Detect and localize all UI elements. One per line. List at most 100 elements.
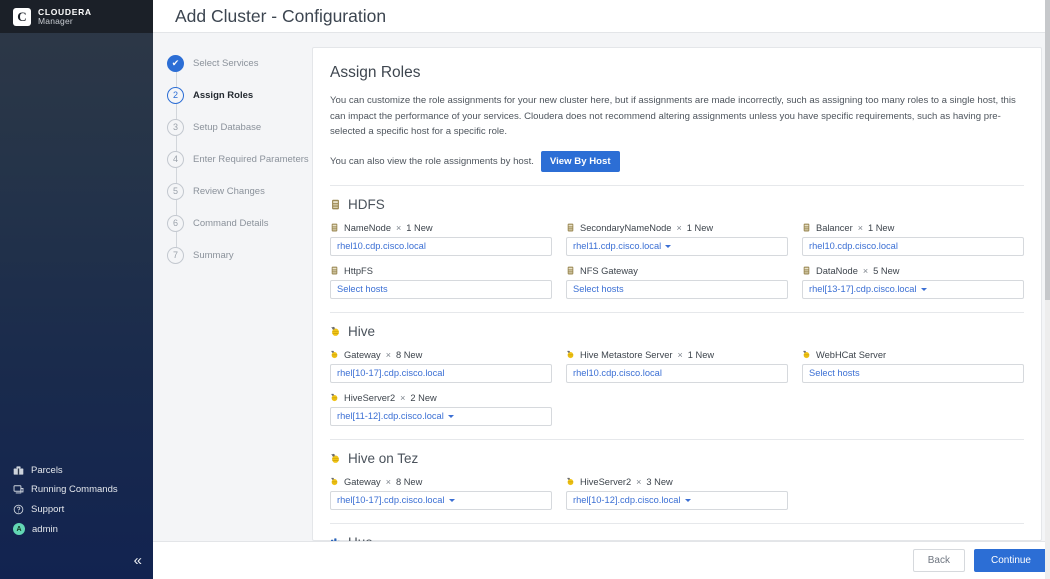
host-select[interactable]: rhel[10-12].cdp.cisco.local [566, 490, 788, 510]
host-select[interactable]: rhel[10-17].cdp.cisco.local [330, 490, 552, 510]
role-label: HttpFS [330, 266, 552, 276]
host-select-value: rhel10.cdp.cisco.local [809, 241, 898, 252]
hdfs-icon [566, 266, 575, 275]
role-assignment: DataNode × 5 New rhel[13-17].cdp.cisco.loca… [802, 266, 1024, 299]
page-scrollbar-thumb[interactable] [1045, 0, 1050, 300]
wizard-step-summary[interactable]: 7 Summary [167, 239, 300, 271]
wizard-step-command-details[interactable]: 6 Command Details [167, 207, 300, 239]
host-select-empty[interactable]: Select hosts [330, 279, 552, 299]
role-separator-icon: × [385, 476, 391, 487]
role-count: 1 New [406, 222, 433, 233]
step-label: Assign Roles [193, 89, 254, 101]
role-count: 5 New [873, 265, 900, 276]
wizard-step-enter-required-parameters[interactable]: 4 Enter Required Parameters [167, 143, 309, 175]
sidebar-item-parcels[interactable]: Parcels [13, 465, 153, 476]
role-label: Hive Metastore Server × 1 New [566, 350, 788, 360]
role-name: HttpFS [344, 265, 373, 276]
sidebar-item-support[interactable]: Support [13, 504, 153, 515]
chevron-down-icon[interactable] [920, 287, 927, 291]
host-select-empty[interactable]: Select hosts [802, 363, 1024, 383]
service-divider [330, 311, 1024, 313]
page-scrollbar[interactable] [1045, 0, 1050, 579]
role-label: NameNode × 1 New [330, 223, 552, 233]
service-name: Hive on Tez [348, 450, 419, 466]
main-region: Add Cluster - Configuration ✔ Select Ser… [153, 0, 1050, 579]
role-count: 1 New [867, 222, 895, 233]
brand-text: CLOUDERA Manager [38, 7, 92, 26]
service-divider [330, 522, 1024, 524]
host-select-value: rhel[10-17].cdp.cisco.local [337, 495, 445, 506]
hive-icon [566, 477, 575, 486]
host-select-value: rhel[11-12].cdp.cisco.local [337, 411, 444, 422]
hdfs-icon [566, 223, 575, 232]
role-label: Gateway × 8 New [330, 350, 552, 360]
role-label: SecondaryNameNode × 1 New [566, 223, 788, 233]
hdfs-icon [330, 199, 341, 210]
role-name: Gateway [344, 476, 381, 487]
hdfs-icon [802, 266, 811, 275]
step-bullet: 5 [167, 182, 184, 200]
chevron-down-icon[interactable] [448, 498, 455, 502]
brand-header[interactable]: C CLOUDERA Manager [0, 0, 153, 33]
roles-grid: NameNode × 1 New rhel10.cdp.cisco.local Seco… [330, 223, 1024, 299]
wizard-step-review-changes[interactable]: 5 Review Changes [167, 175, 300, 207]
avatar-icon: A [13, 523, 25, 535]
chevron-down-icon[interactable] [447, 414, 454, 418]
wizard-step-assign-roles[interactable]: 2 Assign Roles [167, 79, 300, 111]
host-select[interactable]: rhel11.cdp.cisco.local [566, 236, 788, 256]
hdfs-icon [330, 223, 339, 232]
host-select[interactable]: rhel10.cdp.cisco.local [330, 236, 552, 256]
host-select[interactable]: rhel[13-17].cdp.cisco.local [802, 279, 1024, 299]
role-name: Gateway [344, 349, 381, 360]
host-select[interactable]: rhel[10-17].cdp.cisco.local [330, 363, 552, 383]
host-select[interactable]: rhel10.cdp.cisco.local [802, 236, 1024, 256]
role-separator-icon: × [385, 349, 391, 360]
host-select-value: rhel[10-12].cdp.cisco.local [573, 495, 681, 506]
service-divider [330, 438, 1024, 440]
step-bullet: 3 [167, 118, 184, 136]
role-label: NFS Gateway [566, 266, 788, 276]
role-assignment: HiveServer2 × 3 New rhel[10-12].cdp.cisco.l… [566, 477, 788, 510]
view-by-host-row: You can also view the role assignments b… [330, 150, 1024, 172]
step-bullet: 7 [167, 246, 184, 264]
role-separator-icon: × [396, 222, 402, 233]
host-select[interactable]: rhel10.cdp.cisco.local [566, 363, 788, 383]
role-label: DataNode × 5 New [802, 266, 1024, 276]
sidebar-item-running-commands[interactable]: Running Commands [13, 484, 153, 495]
host-select-value: rhel11.cdp.cisco.local [573, 241, 662, 252]
role-count: 1 New [686, 222, 714, 233]
host-select-value: Select hosts [337, 284, 388, 295]
collapse-sidebar-icon[interactable]: « [134, 553, 142, 568]
wizard-step-select-services[interactable]: ✔ Select Services [167, 47, 300, 79]
role-count: 1 New [687, 349, 715, 360]
content-scroll: Assign Roles You can customize the role … [300, 33, 1050, 541]
service-header: Hive on Tez [330, 451, 1024, 466]
sidebar-item-admin[interactable]: A admin [13, 523, 153, 535]
sidebar-item-label: Support [31, 503, 65, 515]
host-select[interactable]: rhel[11-12].cdp.cisco.local [330, 406, 552, 426]
top-bar: Add Cluster - Configuration [153, 0, 1050, 33]
host-select-empty[interactable]: Select hosts [566, 279, 788, 299]
back-button[interactable]: Back [912, 549, 965, 572]
role-separator-icon: × [677, 349, 683, 360]
view-by-host-button[interactable]: View By Host [540, 150, 620, 172]
role-assignment: HiveServer2 × 2 New rhel[11-12].cdp.cisco.l… [330, 393, 552, 426]
role-assignment: Hive Metastore Server × 1 New rhel10.cdp.ci… [566, 350, 788, 383]
continue-button[interactable]: Continue [973, 549, 1048, 572]
chevron-down-icon[interactable] [665, 244, 672, 248]
roles-grid: Gateway × 8 New rhel[10-17].cdp.cisco.local… [330, 477, 1024, 510]
hdfs-icon [330, 266, 339, 275]
service-header: Hue [330, 535, 1024, 541]
role-name: SecondaryNameNode [580, 222, 672, 233]
wizard-step-setup-database[interactable]: 3 Setup Database [167, 111, 300, 143]
hive-icon [802, 350, 811, 359]
step-label: Setup Database [193, 121, 262, 133]
role-separator-icon: × [676, 222, 682, 233]
hive-icon [330, 350, 339, 359]
support-icon [13, 504, 24, 515]
chevron-down-icon[interactable] [684, 498, 691, 502]
role-assignment: Balancer × 1 New rhel10.cdp.cisco.local [802, 223, 1024, 256]
sidebar-item-label: Running Commands [31, 484, 118, 495]
cloudera-logo-icon: C [13, 7, 31, 26]
brand-product: Manager [38, 15, 73, 26]
